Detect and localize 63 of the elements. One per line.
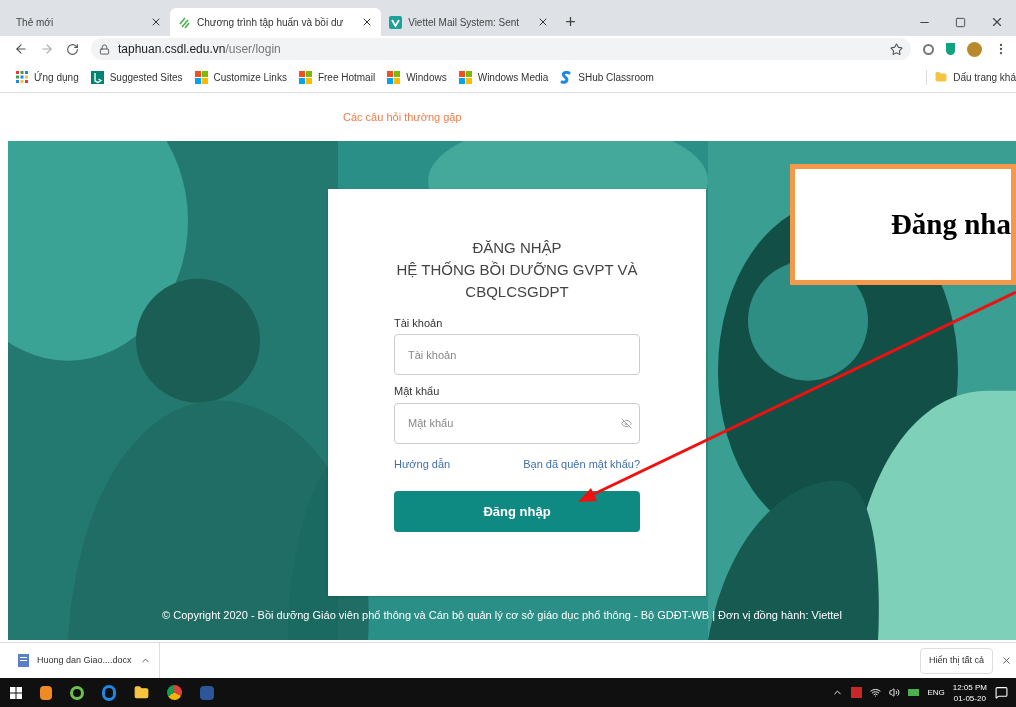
bookmark-item[interactable]: Ứng dụng	[16, 69, 79, 85]
apps-grid-icon	[16, 71, 28, 84]
forgot-password-link[interactable]: Bạn đã quên mật khẩu?	[523, 455, 640, 473]
media-player-icon[interactable]	[40, 685, 52, 700]
new-tab-button[interactable]: +	[565, 13, 576, 31]
callout-box: Đăng nha	[790, 163, 1016, 285]
windows-logo-icon	[298, 70, 312, 84]
chrome-icon[interactable]	[167, 685, 182, 700]
folder-icon	[935, 71, 948, 84]
login-title: ĐĂNG NHẬP	[471, 237, 563, 258]
input-field[interactable]: Mật khẩu	[394, 402, 640, 444]
word-icon[interactable]	[200, 685, 214, 700]
close-icon[interactable]	[990, 15, 1004, 29]
bing-logo-icon	[90, 70, 104, 84]
browser-tab[interactable]: Chương trình tập huấn và bồi dư	[170, 8, 382, 36]
bookmark-item[interactable]: SHub Classroom	[560, 69, 654, 85]
leaf-icon	[178, 15, 191, 29]
hide-password-icon[interactable]	[621, 417, 632, 429]
help-link[interactable]: Hướng dẫn	[394, 455, 451, 473]
address-bar[interactable]: taphuan.csdl.edu.vn/user/login	[91, 38, 911, 61]
antivirus-icon[interactable]	[851, 687, 863, 698]
bookmark-item[interactable]: Free Hotmail	[298, 69, 376, 85]
login-button[interactable]: Đăng nhập	[394, 491, 640, 533]
folder-icon[interactable]	[134, 685, 149, 700]
lock-icon	[99, 43, 110, 55]
windows-logo-icon	[194, 70, 208, 84]
bookmark-item[interactable]: Windows Media	[458, 69, 549, 85]
bookmark-item[interactable]: Customize Links	[194, 69, 287, 85]
copyright-text: © Copyright 2020 - Bồi dưỡng Giáo viên phổ thông và Cán bộ quản lý cơ sở giáo dục phổ thông - Bộ GDĐT-WB | Đơn vị đồng hành: Viettel	[162, 607, 842, 623]
extension-icon[interactable]	[923, 43, 934, 55]
notifications-icon[interactable]	[995, 686, 1008, 699]
tab-title: Viettel Mail System: Sent	[408, 15, 521, 30]
show-all-button[interactable]: Hiển thị tất cả	[919, 647, 993, 674]
input-field[interactable]: Tài khoản	[394, 334, 640, 376]
battery-icon[interactable]	[908, 689, 920, 696]
maximize-icon[interactable]	[955, 16, 966, 28]
field-label: Mật khẩu	[394, 384, 441, 400]
shield-icon[interactable]	[946, 43, 955, 56]
bookmark-item[interactable]: Suggested Sites	[90, 69, 183, 85]
field-label: Tài khoản	[394, 315, 444, 331]
reload-icon[interactable]	[66, 42, 79, 56]
close-icon[interactable]	[1001, 655, 1012, 667]
document-icon	[18, 654, 29, 668]
login-subtitle: HỆ THỐNG BỒI DƯỠNG GVPT VÀ CBQLCSGDPT	[395, 259, 639, 302]
clock-date[interactable]: 01-05-20	[953, 692, 986, 704]
wifi-icon[interactable]	[870, 687, 882, 698]
tab-title: Thẻ mới	[16, 15, 55, 30]
close-icon[interactable]	[150, 16, 162, 28]
volume-icon[interactable]	[889, 687, 901, 698]
windows-logo-icon	[387, 70, 401, 84]
clock-time[interactable]: 12:05 PM	[952, 681, 987, 693]
language-indicator[interactable]: ENG	[927, 686, 945, 699]
bookmark-item[interactable]: Windows	[387, 69, 447, 85]
browser-icon[interactable]	[102, 684, 116, 701]
windows-logo-icon	[458, 70, 472, 84]
tab-title: Chương trình tập huấn và bồi dư	[197, 15, 345, 30]
windows-start-icon[interactable]	[10, 686, 22, 699]
star-icon[interactable]	[890, 42, 903, 56]
avatar-icon[interactable]	[967, 41, 982, 57]
checkmark-icon	[389, 15, 403, 29]
other-bookmarks[interactable]: Dấu trang khá	[926, 69, 1016, 85]
url-text: taphuan.csdl.edu.vn/user/login	[118, 41, 281, 59]
swirl-icon	[560, 70, 573, 84]
